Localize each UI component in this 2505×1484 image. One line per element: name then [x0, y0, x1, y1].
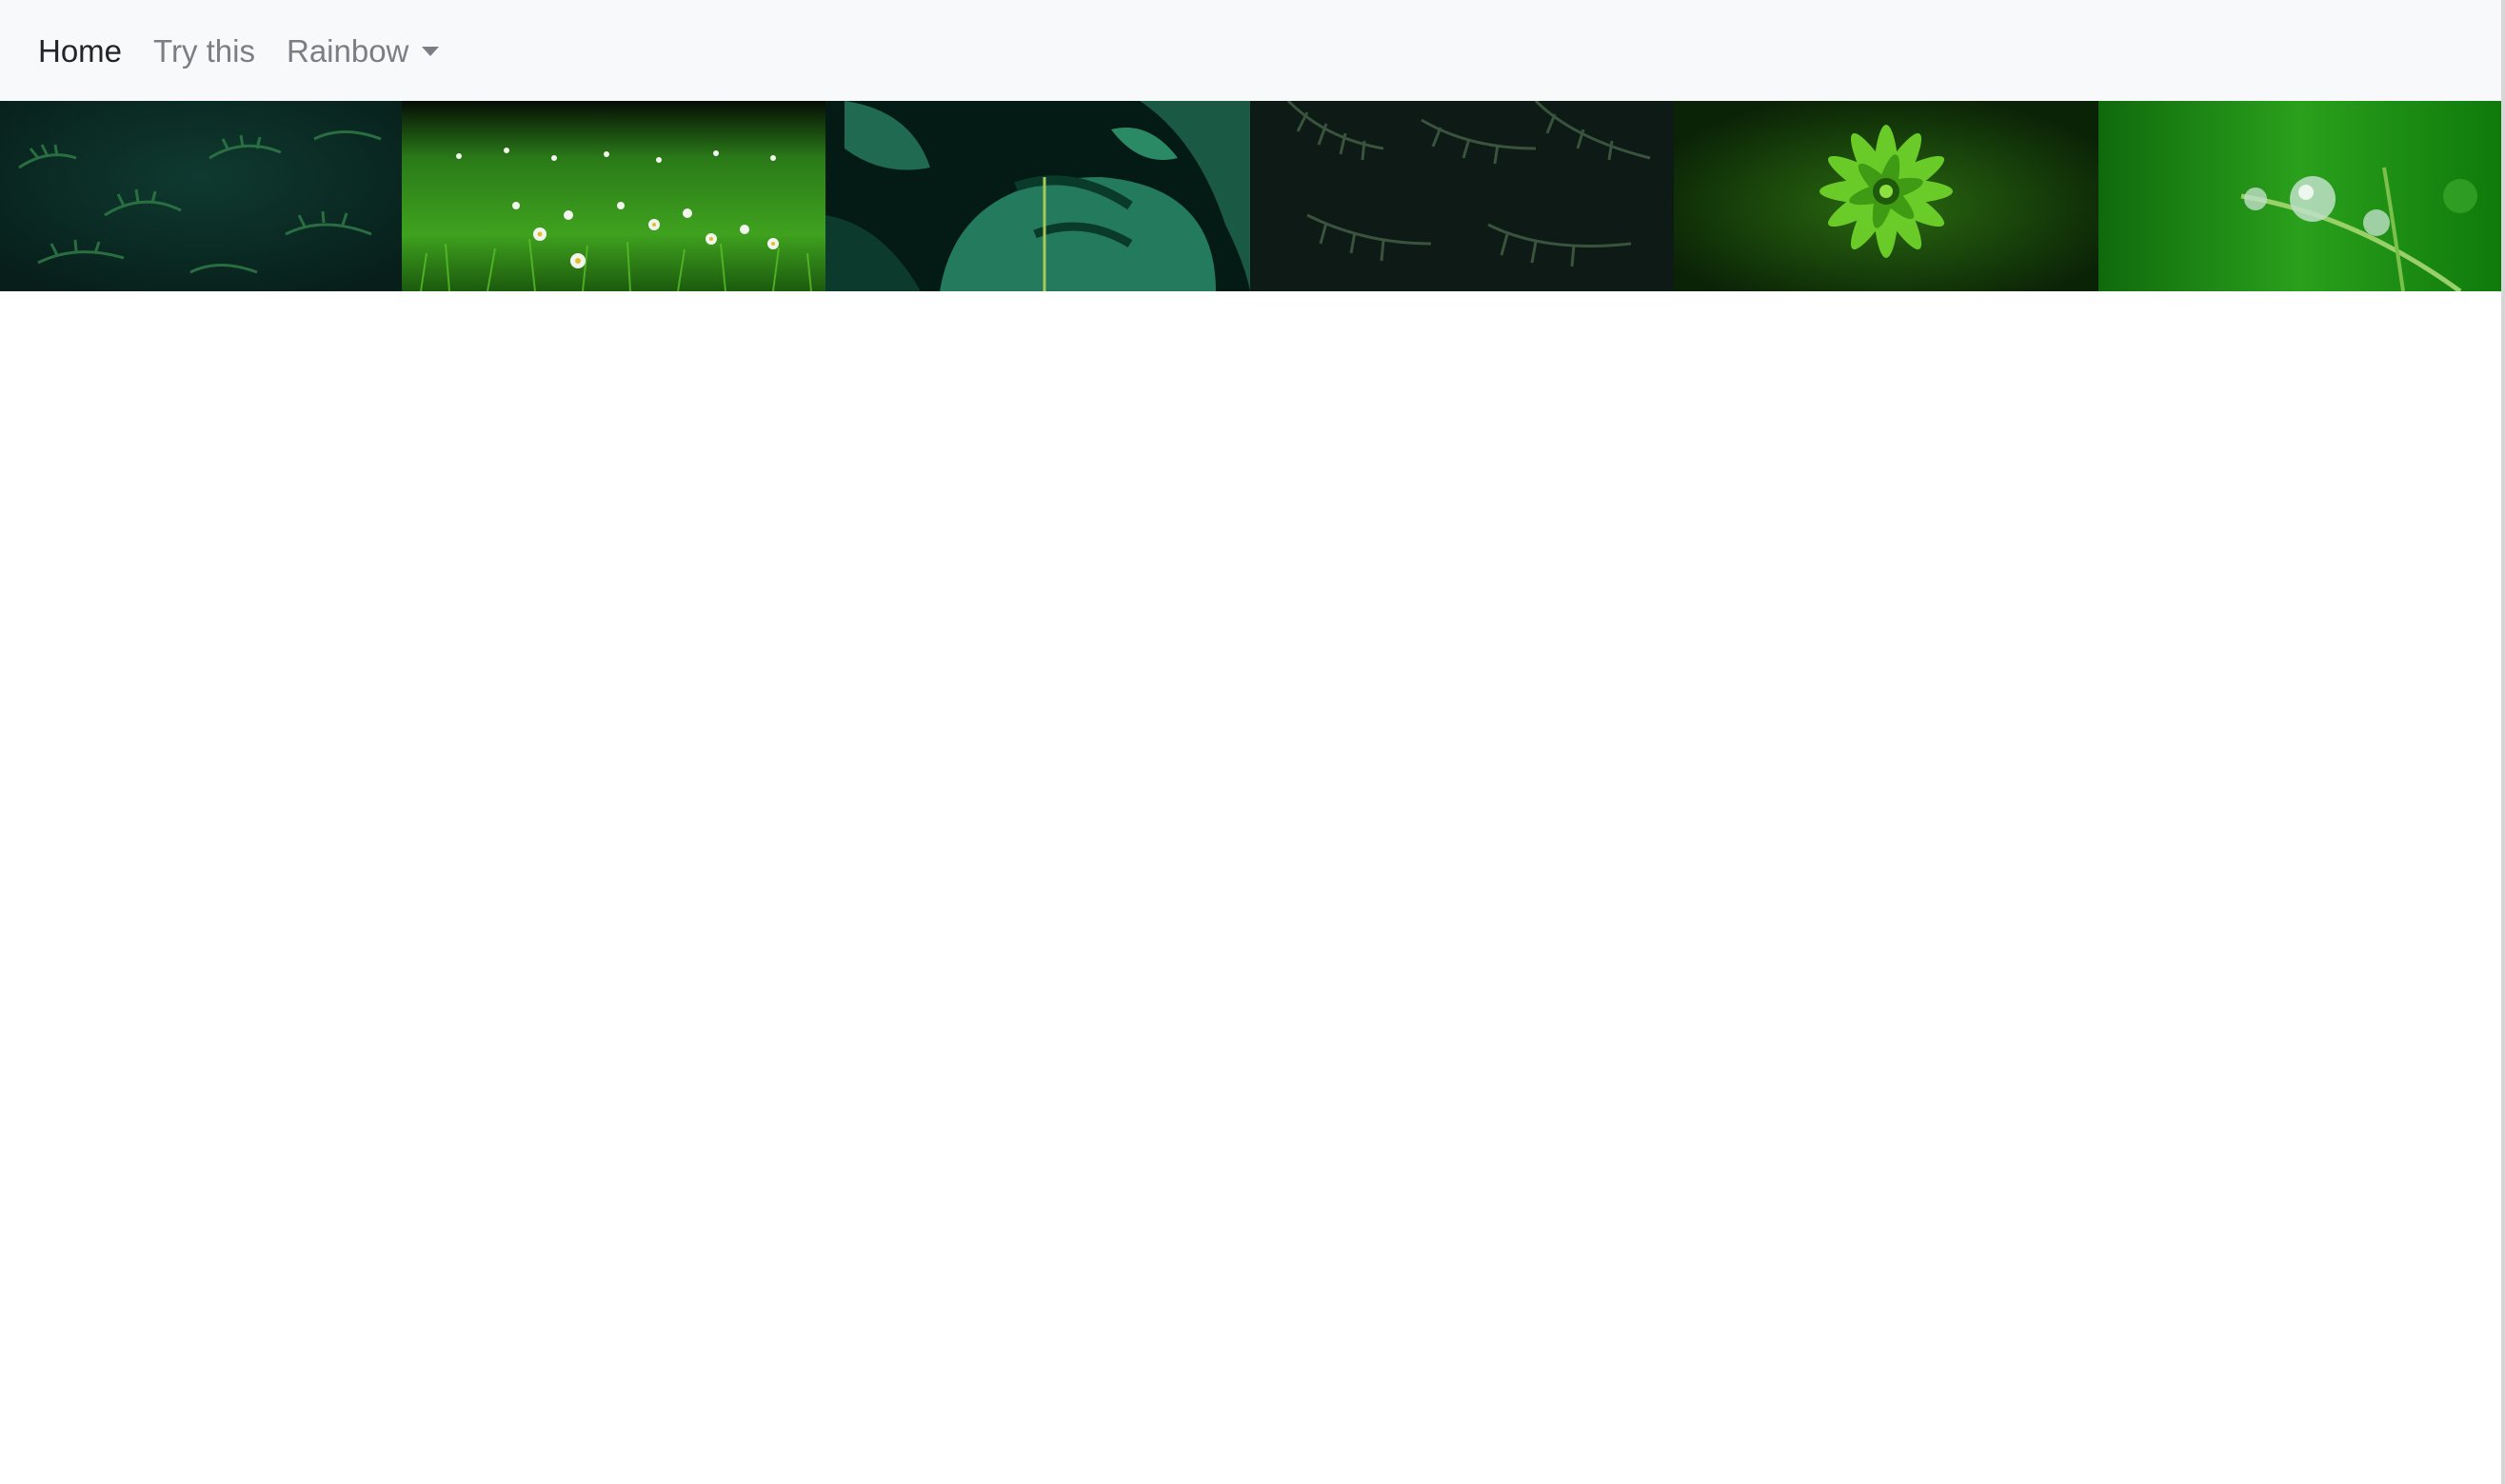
gallery-image-succulent — [1674, 101, 2098, 291]
nav-try-this-link[interactable]: Try this — [153, 35, 255, 67]
gallery-image-dew-drop — [2098, 101, 2501, 291]
caret-down-icon — [422, 47, 440, 56]
gallery-image-monstera — [825, 101, 1250, 291]
page: Home Try this Rainbow — [0, 0, 2505, 1484]
gallery-image-grass-daisies — [402, 101, 825, 291]
nav-home-link[interactable]: Home — [38, 35, 122, 67]
gallery-image-fern — [0, 101, 402, 291]
gallery-image-palm-fronds — [1250, 101, 1674, 291]
top-navbar: Home Try this Rainbow — [0, 0, 2501, 101]
nav-rainbow-label: Rainbow — [286, 32, 409, 69]
nav-rainbow-dropdown[interactable]: Rainbow — [286, 32, 440, 69]
image-gallery-strip — [0, 101, 2501, 291]
